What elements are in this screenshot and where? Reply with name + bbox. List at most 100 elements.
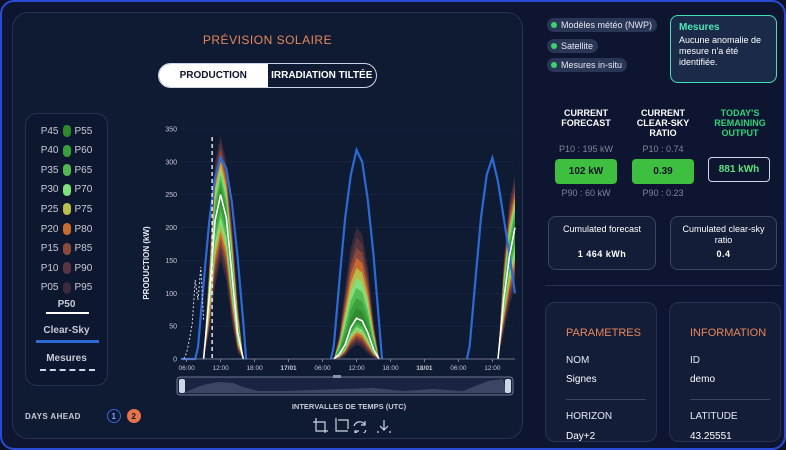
- legend-row[interactable]: P45 P55: [26, 124, 107, 138]
- information-title: INFORMATION: [690, 327, 767, 339]
- source-nwp[interactable]: Modèles météo (NWP): [547, 18, 658, 32]
- navigator-left-handle[interactable]: [179, 379, 185, 393]
- chart-bands: [203, 135, 515, 359]
- x-tick-label: 06:00: [450, 365, 467, 372]
- app-frame: PRÉVISION SOLAIRE PRODUCTION IRRADIATION…: [0, 0, 786, 450]
- legend-row[interactable]: P20 P80: [26, 222, 107, 236]
- forecast-panel: PRÉVISION SOLAIRE PRODUCTION IRRADIATION…: [12, 12, 523, 439]
- x-tick-label: 18:00: [246, 365, 263, 372]
- y-tick-label: 100: [165, 291, 177, 298]
- cumulated-forecast-title: Cumulated forecast: [562, 224, 642, 234]
- x-tick-label: 12:00: [348, 365, 365, 372]
- horizon-value: Day+2: [566, 431, 596, 442]
- source-satellite[interactable]: Satellite: [547, 39, 599, 53]
- navigator-right-handle[interactable]: [505, 379, 511, 393]
- parametres-card: PARAMETRES NOM Signes HORIZON Day+2: [545, 302, 657, 442]
- legend-row[interactable]: P40 P60: [26, 144, 107, 158]
- x-axis-label: INTERVALLES DE TEMPS (UTC): [292, 402, 407, 411]
- legend-row[interactable]: P35 P65: [26, 163, 107, 177]
- legend-swatch: [62, 164, 71, 177]
- legend-mesures-line: [40, 369, 95, 371]
- cumulated-ratio-card: Cumulated clear-sky ratio 0.4: [670, 216, 777, 270]
- x-tick-label: 12:00: [484, 365, 501, 372]
- kpi-ratio-title-line: CURRENT: [641, 108, 685, 118]
- kpi-remaining-title: TODAY'S REMAINING OUTPUT: [700, 108, 780, 138]
- legend-high-label: P90: [74, 262, 93, 274]
- status-dot-icon: [551, 43, 557, 49]
- legend-low-label: P15: [40, 243, 59, 255]
- y-tick-label: 0: [173, 357, 177, 364]
- zoom-in-icon[interactable]: [313, 418, 328, 434]
- y-tick-label: 200: [165, 225, 177, 232]
- nom-value: Signes: [566, 374, 597, 385]
- horizon-label: HORIZON: [566, 411, 613, 422]
- kpi-forecast-p90: P90 : 60 kW: [561, 188, 611, 198]
- kpi-remaining-title-line: TODAY'S: [720, 108, 760, 118]
- status-dot-icon: [551, 62, 557, 68]
- mesures-status-box: Mesures Aucune anomalie de mesure n'a ét…: [670, 15, 777, 83]
- legend-swatch: [62, 144, 71, 157]
- kpi-remaining-title-line: OUTPUT: [721, 128, 759, 138]
- navigator-scrollbar-grip[interactable]: [333, 375, 341, 378]
- legend-row[interactable]: P25 P75: [26, 202, 107, 216]
- legend-row[interactable]: P30 P70: [26, 183, 107, 197]
- y-tick-label: 250: [165, 192, 177, 199]
- latitude-label: LATITUDE: [690, 411, 738, 422]
- legend-high-label: P85: [74, 243, 93, 255]
- y-axis-label: PRODUCTION (kW): [142, 226, 151, 300]
- legend-p50[interactable]: P50: [26, 299, 107, 310]
- legend-mesures[interactable]: Mesures: [26, 353, 107, 364]
- legend-swatch: [62, 183, 71, 196]
- kpi-forecast-value: 102 kW: [555, 159, 617, 184]
- legend-swatch: [62, 125, 71, 137]
- y-tick-label: 300: [165, 159, 177, 166]
- kpi-ratio-title: CURRENT CLEAR-SKY RATIO: [623, 108, 703, 138]
- legend-row[interactable]: P10 P90: [26, 261, 107, 275]
- tab-irradiation-tiltee[interactable]: IRRADIATION TILTÉE: [268, 64, 377, 87]
- information-card: INFORMATION ID demo LATITUDE 43.25551: [669, 302, 781, 442]
- x-tick-label: 06:00: [179, 365, 196, 372]
- nom-label: NOM: [566, 355, 590, 366]
- legend-high-label: P95: [74, 282, 93, 294]
- legend-row[interactable]: P05 P95: [26, 281, 107, 295]
- days-ahead-label: DAYS AHEAD: [25, 411, 81, 421]
- range-navigator[interactable]: [176, 375, 514, 396]
- kpi-ratio-p90: P90 : 0.23: [642, 188, 684, 198]
- kpi-ratio-p10: P10 : 0.74: [642, 144, 684, 154]
- x-tick-label: 06:00: [314, 365, 331, 372]
- zoom-out-icon[interactable]: [335, 418, 349, 432]
- legend-high-label: P80: [74, 223, 93, 235]
- legend-low-label: P45: [40, 125, 59, 137]
- cumulated-ratio-title-line: ratio: [714, 235, 733, 245]
- legend-swatch: [62, 262, 71, 275]
- parametres-title: PARAMETRES: [566, 327, 641, 339]
- kpi-ratio-title-line: RATIO: [649, 128, 677, 138]
- legend-low-label: P20: [40, 223, 59, 235]
- status-dot-icon: [551, 22, 557, 28]
- legend-row[interactable]: P15 P85: [26, 242, 107, 256]
- days-ahead: DAYS AHEAD 1 2: [25, 409, 141, 423]
- id-value: demo: [690, 374, 716, 385]
- source-insitu[interactable]: Mesures in-situ: [547, 58, 628, 72]
- mesures-status-text: Aucune anomalie de mesure n'a été identi…: [679, 35, 762, 67]
- legend-clearsky[interactable]: Clear-Sky: [26, 325, 107, 336]
- legend-low-label: P35: [40, 164, 59, 176]
- legend-clearsky-line: [36, 340, 99, 343]
- divider: [545, 285, 781, 286]
- day-option-1[interactable]: 1: [106, 409, 121, 423]
- cumulated-forecast-card: Cumulated forecast 1 464 kWh: [548, 216, 656, 270]
- source-nwp-label: Modèles météo (NWP): [561, 20, 653, 30]
- latitude-value: 43.25551: [690, 431, 732, 442]
- refresh-icon[interactable]: [353, 421, 367, 435]
- legend-high-label: P70: [74, 184, 93, 196]
- divider: [690, 399, 770, 400]
- legend-high-label: P65: [74, 164, 93, 176]
- legend-swatch: [62, 223, 71, 235]
- page-title: PRÉVISION SOLAIRE: [202, 33, 333, 47]
- production-chart: 0 50 100 150 200 250 300 350 06:00 12:00 18:00 17/0…: [133, 113, 523, 436]
- divider: [566, 399, 646, 400]
- source-insitu-label: Mesures in-situ: [561, 60, 623, 70]
- tab-production[interactable]: PRODUCTION: [159, 64, 268, 87]
- kpi-ratio-title-line: CLEAR-SKY: [636, 118, 690, 128]
- download-icon[interactable]: [377, 420, 391, 436]
